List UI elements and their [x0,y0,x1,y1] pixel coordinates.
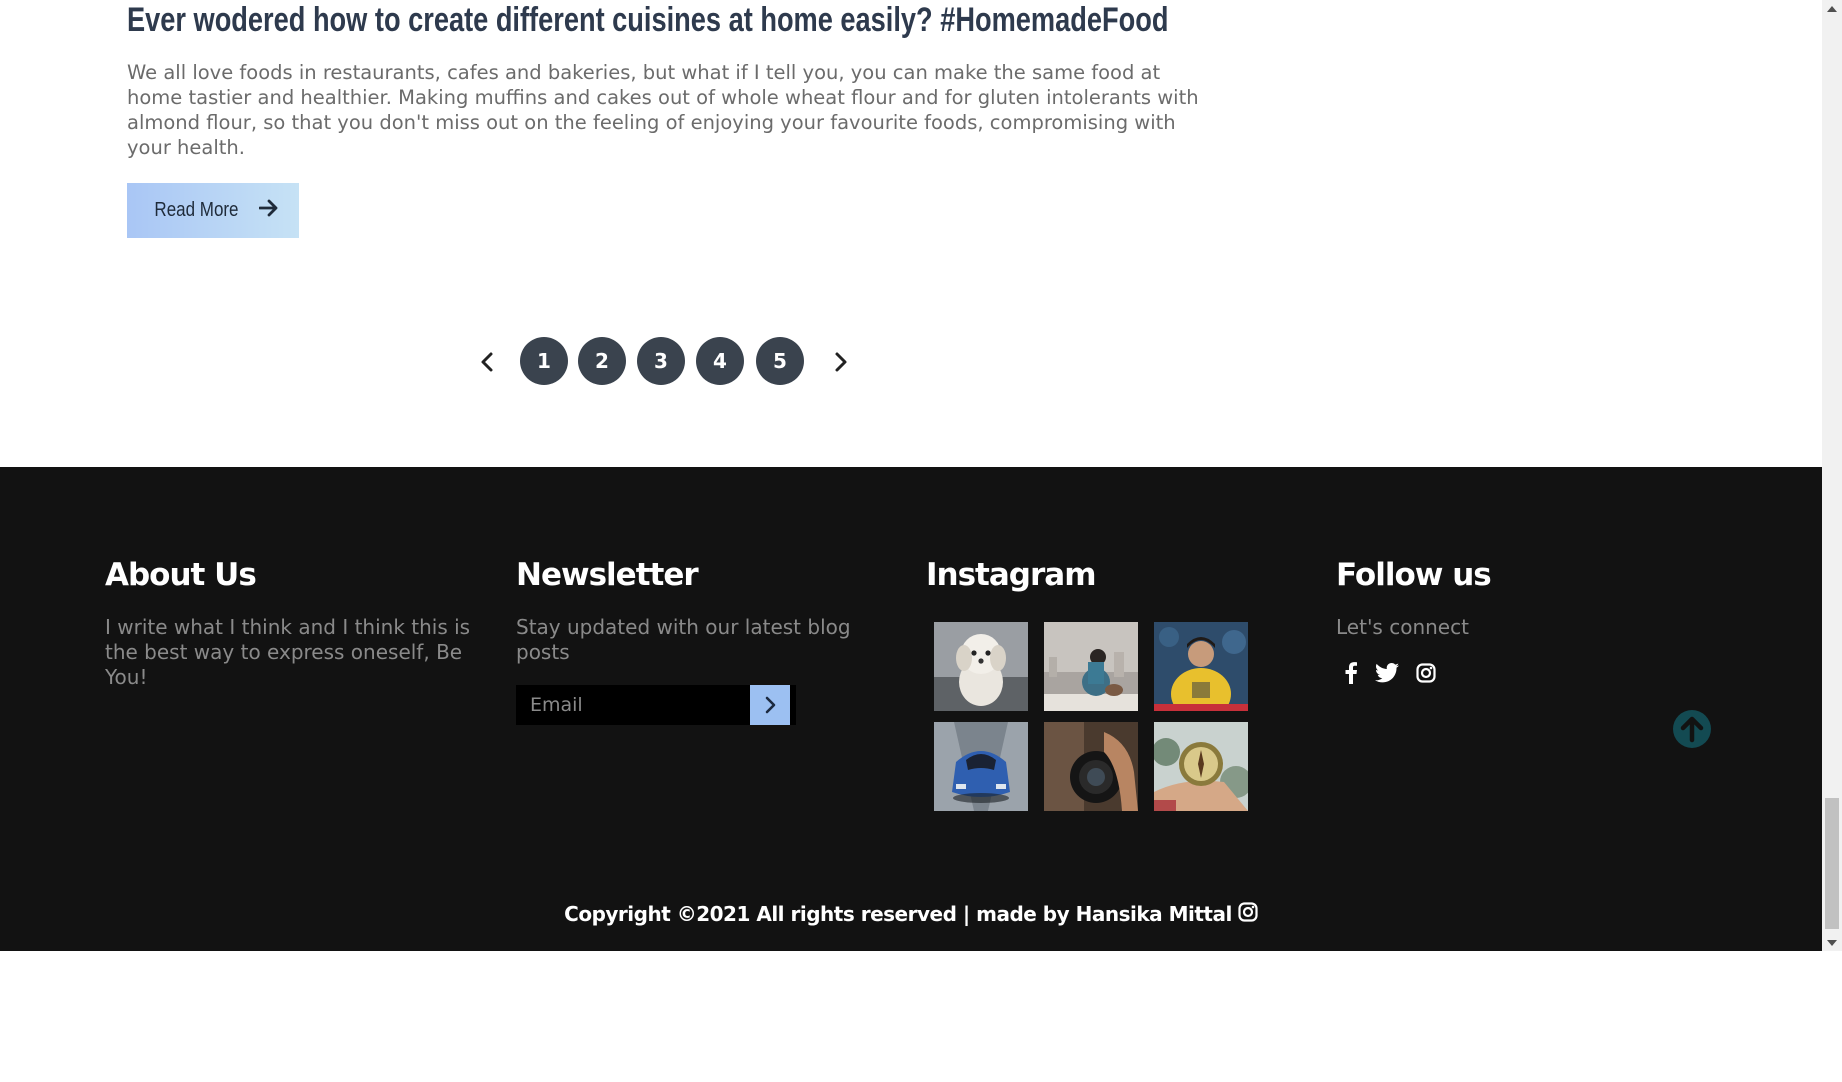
follow-text: Let's connect [1336,615,1469,639]
scroll-to-top-button[interactable] [1672,709,1712,749]
pagination-page-5[interactable]: 5 [756,337,804,385]
pagination-page-3[interactable]: 3 [637,337,685,385]
read-more-button[interactable]: Read More [127,183,299,238]
man-yellow-sweater-photo[interactable] [1154,622,1248,711]
about-heading: About Us [105,557,257,593]
instagram-icon[interactable] [1238,901,1258,927]
arrow-right-icon [259,199,279,223]
woman-sitting-city-view-photo[interactable] [1044,622,1138,711]
blue-sports-car-photo[interactable] [934,722,1028,811]
scroll-up-arrow-icon[interactable] [1822,0,1842,17]
vertical-scrollbar[interactable] [1822,0,1842,951]
email-field[interactable] [516,685,750,725]
pagination-page-2[interactable]: 2 [578,337,626,385]
instagram-grid [934,622,1248,812]
pagination-prev-button[interactable] [475,349,501,375]
scrollbar-thumb[interactable] [1825,798,1839,929]
twitter-icon[interactable] [1372,658,1402,688]
white-puppy-photo[interactable] [934,622,1028,711]
chevron-right-icon [835,352,847,372]
pagination-page-4[interactable]: 4 [696,337,744,385]
instagram-heading: Instagram [926,557,1096,593]
scroll-down-arrow-icon[interactable] [1822,934,1842,951]
read-more-label: Read More [153,199,239,221]
chevron-right-icon [765,696,776,714]
post-excerpt: We all love foods in restaurants, cafes … [127,61,1199,159]
facebook-icon[interactable] [1336,658,1366,688]
copyright-line: Copyright ©2021 All rights reserved | ma… [0,899,1822,929]
hand-holding-camera-photo[interactable] [1044,722,1138,811]
newsletter-form [516,685,796,725]
follow-heading: Follow us [1336,557,1492,593]
chevron-left-icon [481,352,493,372]
arrow-up-circle-icon [1673,710,1711,748]
pagination-next-button[interactable] [827,349,853,375]
about-text: I write what I think and I think this is… [105,615,471,689]
post-title[interactable]: Ever wodered how to create different cui… [127,0,1168,40]
newsletter-text: Stay updated with our latest blog posts [516,615,851,664]
newsletter-heading: Newsletter [516,557,699,593]
hand-holding-compass-photo[interactable] [1154,722,1248,811]
copyright-text: Copyright ©2021 All rights reserved | ma… [564,902,1232,926]
site-footer: About Us I write what I think and I thin… [0,467,1822,951]
pagination-page-1[interactable]: 1 [520,337,568,385]
instagram-icon[interactable] [1411,658,1441,688]
newsletter-submit-button[interactable] [750,685,790,725]
page: Ever wodered how to create different cui… [0,0,1842,1082]
